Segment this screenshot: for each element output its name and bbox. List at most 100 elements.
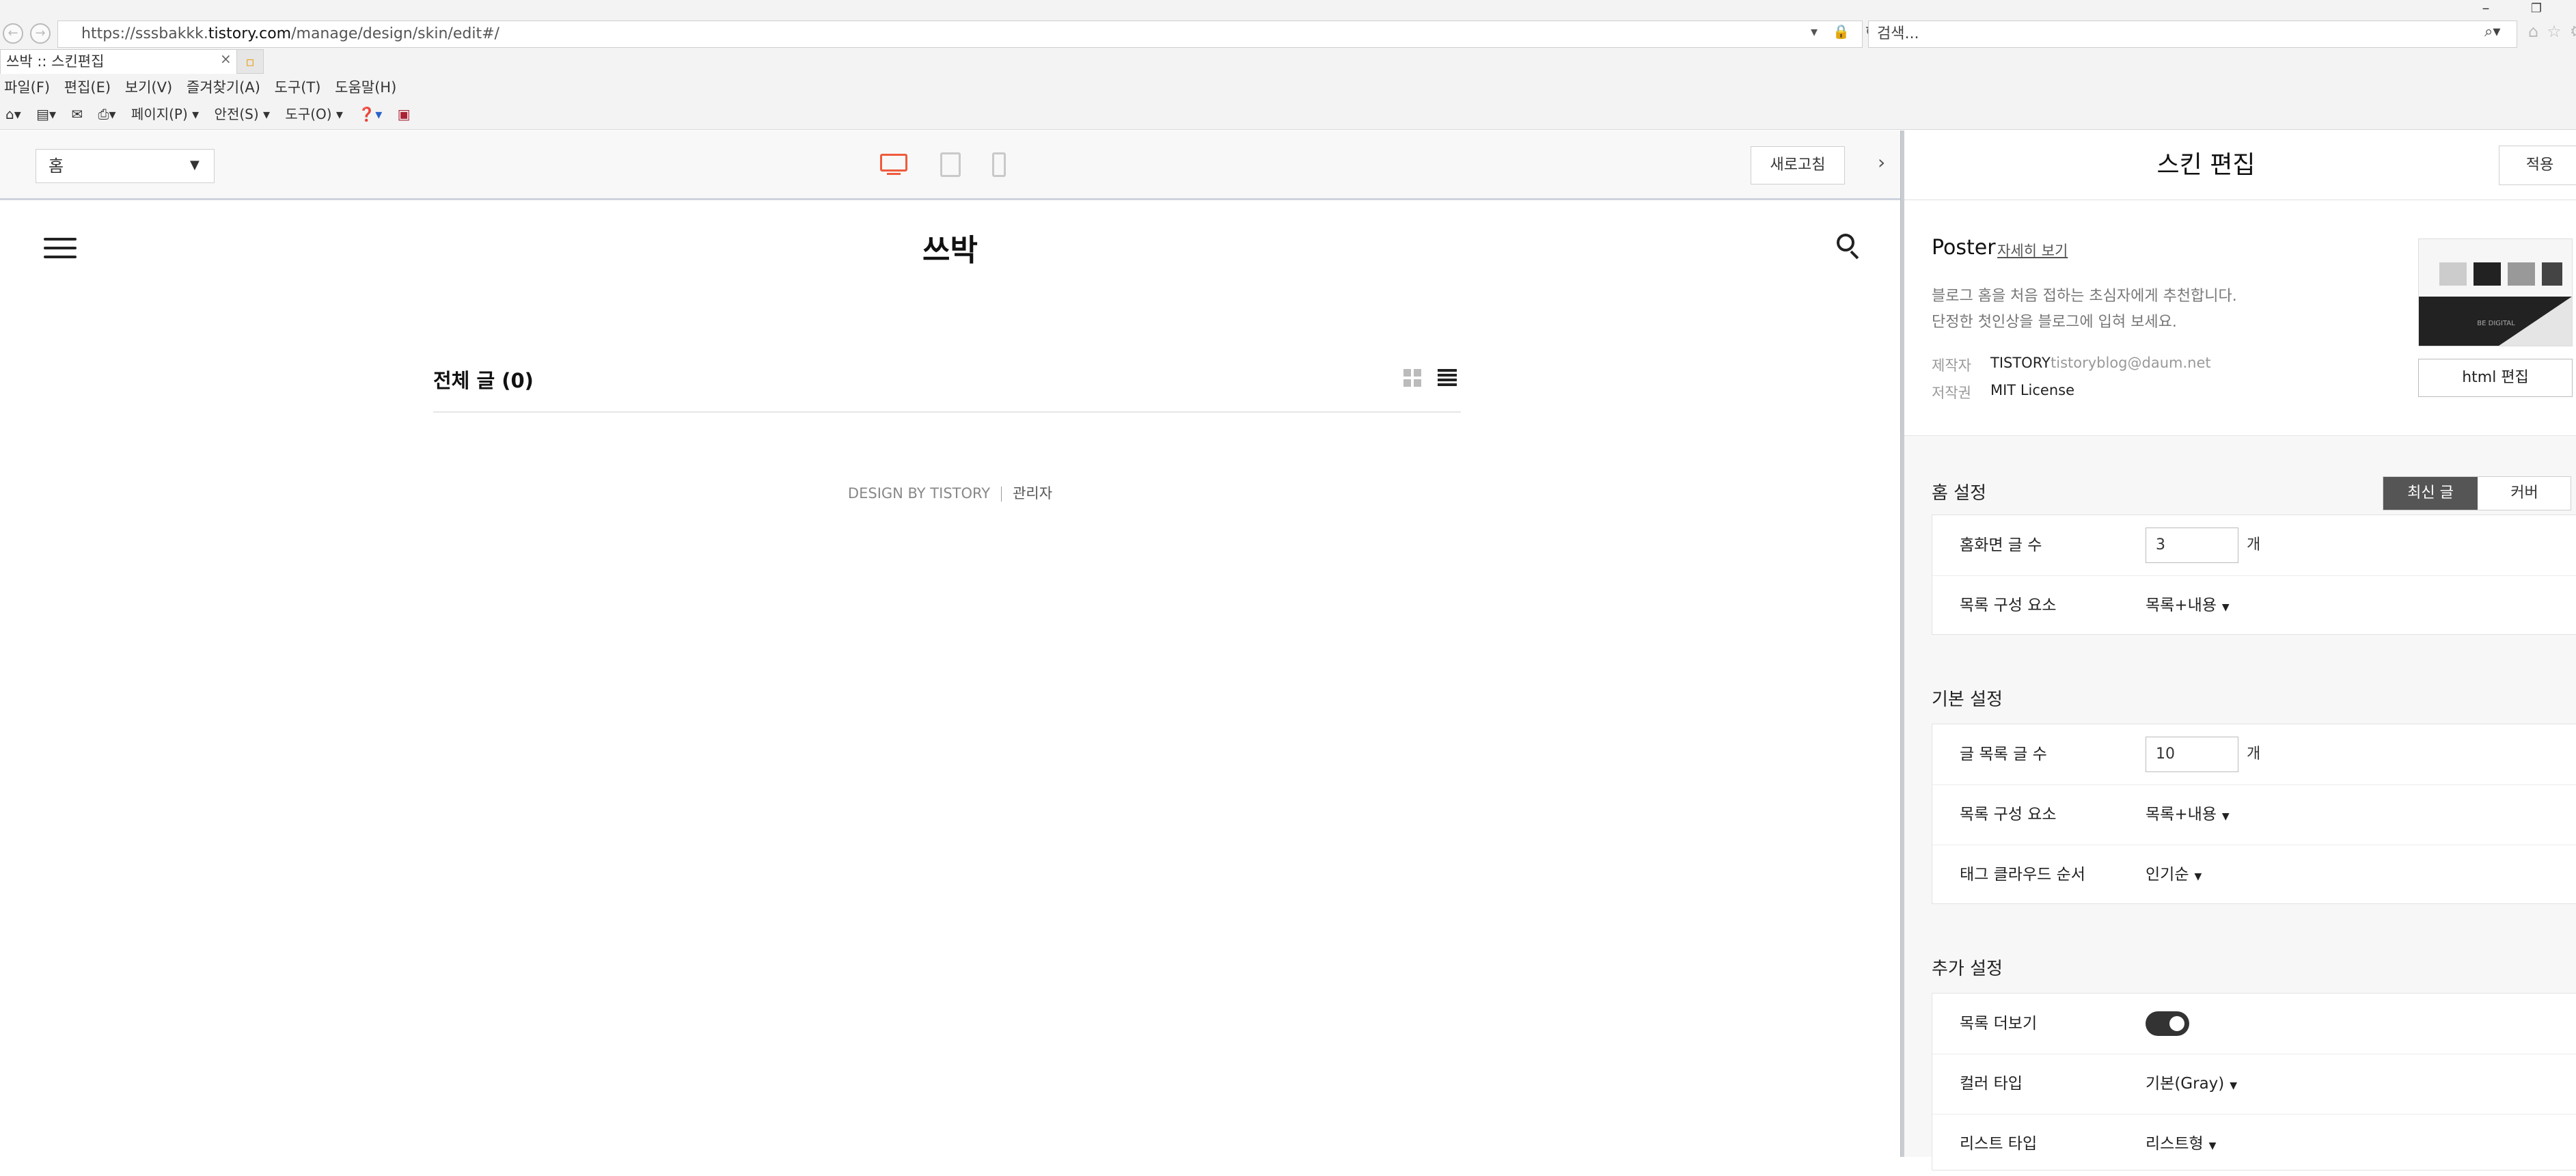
feeds-icon[interactable]: ▤▾	[36, 106, 56, 122]
menu-help[interactable]: 도움말(H)	[335, 79, 396, 96]
seg-latest-button[interactable]: 최신 글	[2383, 477, 2478, 510]
basic-count-unit: 개	[2247, 746, 2261, 763]
extra-settings-box: 목록 더보기 컬러 타입 기본(Gray) ▼ 리스트 타입 리스트형 ▼	[1932, 993, 2576, 1171]
command-bar: ⌂▾ ▤▾ ✉ ⎙▾ 페이지(P) ▾ 안전(S) ▾ 도구(O) ▾ ❓▾ ▣	[0, 102, 422, 126]
command-tools[interactable]: 도구(O) ▾	[285, 106, 343, 122]
refresh-button[interactable]: 새로고침	[1751, 146, 1845, 184]
list-type-value: 리스트형	[2146, 1135, 2204, 1153]
tag-order-label: 태그 클라우드 순서	[1960, 866, 2085, 884]
command-page[interactable]: 페이지(P) ▾	[131, 106, 199, 122]
tab-close-icon[interactable]: ×	[220, 51, 232, 67]
basic-count-input[interactable]: 10	[2146, 737, 2238, 772]
skin-name: Poster	[1932, 236, 1996, 260]
thumbnail-caption: BE DIGITAL	[2477, 320, 2515, 327]
color-type-value: 기본(Gray)	[2146, 1075, 2225, 1093]
minimize-button[interactable]: –	[2472, 0, 2499, 18]
license-label: 저작권	[1932, 385, 1971, 401]
home-list-label: 목록 구성 요소	[1960, 597, 2057, 614]
list-type-row: 리스트 타입 리스트형 ▼	[1932, 1114, 2576, 1174]
url-path: /manage/design/skin/edit#/	[291, 25, 499, 42]
search-icon[interactable]	[1837, 234, 1861, 260]
skin-desc-line-1: 블로그 홈을 처음 접하는 초심자에게 추천합니다.	[1932, 288, 2237, 305]
caret-down-icon: ▼	[2230, 1080, 2238, 1091]
browser-chrome: – ❐ ← → https://sssbakkk.tistory.com/man…	[0, 0, 2576, 130]
color-type-label: 컬러 타입	[1960, 1075, 2023, 1093]
basic-list-row: 목록 구성 요소 목록+내용 ▼	[1932, 784, 2576, 845]
help-icon[interactable]: ❓▾	[358, 106, 382, 122]
list-view-icon[interactable]	[1438, 369, 1457, 387]
menu-edit[interactable]: 편집(E)	[64, 79, 111, 96]
color-type-row: 컬러 타입 기본(Gray) ▼	[1932, 1054, 2576, 1115]
mail-icon[interactable]: ✉	[71, 106, 83, 122]
tab-title: 쓰박 :: 스킨편집	[6, 53, 105, 70]
home-cmd-icon[interactable]: ⌂▾	[5, 106, 21, 122]
footer-design: DESIGN BY TISTORY	[847, 485, 991, 502]
basic-settings-title: 기본 설정	[1932, 689, 2003, 710]
home-list-select[interactable]: 목록+내용 ▼	[2146, 575, 2230, 638]
url-domain: tistory.com	[208, 25, 292, 42]
desktop-view-icon[interactable]	[880, 151, 907, 178]
home-settings-box: 홈화면 글 수 3 개 목록 구성 요소 목록+내용 ▼	[1932, 515, 2576, 635]
caret-down-icon: ▼	[2221, 602, 2230, 613]
forward-button[interactable]: →	[30, 23, 51, 44]
back-button[interactable]: ←	[3, 23, 23, 44]
basic-list-value: 목록+내용	[2146, 806, 2217, 823]
seg-cover-button[interactable]: 커버	[2478, 477, 2571, 510]
mobile-view-icon[interactable]	[992, 151, 1006, 178]
caret-down-icon[interactable]: ▼	[190, 149, 200, 182]
skin-edit-panel: 스킨 편집 적용 Poster 자세히 보기 블로그 홈을 처음 접하는 초심자…	[1904, 131, 2576, 1171]
blog-title[interactable]: 쓰박	[0, 225, 1900, 269]
caret-down-icon: ▼	[2194, 871, 2202, 882]
html-edit-button[interactable]: html 편집	[2418, 359, 2573, 397]
address-bar[interactable]: https://sssbakkk.tistory.com/manage/desi…	[57, 20, 1863, 48]
color-type-select[interactable]: 기본(Gray) ▼	[2146, 1054, 2237, 1116]
print-icon[interactable]: ⎙▾	[98, 106, 116, 122]
home-count-row: 홈화면 글 수 3 개	[1932, 515, 2576, 576]
more-row: 목록 더보기	[1932, 994, 2576, 1054]
browser-tab[interactable]: 쓰박 :: 스킨편집	[0, 49, 241, 74]
skin-detail-link[interactable]: 자세히 보기	[1997, 240, 2068, 260]
maker-label: 제작자	[1932, 357, 1971, 374]
list-type-select[interactable]: 리스트형 ▼	[2146, 1114, 2216, 1176]
maker-value: TISTORY	[1990, 355, 2051, 371]
basic-list-select[interactable]: 목록+내용 ▼	[2146, 784, 2230, 847]
license-value: MIT License	[1990, 382, 2074, 398]
menu-view[interactable]: 보기(V)	[125, 79, 172, 96]
maker-email: tistoryblog@daum.net	[2051, 355, 2211, 371]
chevron-right-icon[interactable]: ›	[1878, 151, 1885, 174]
grid-view-icon[interactable]	[1403, 369, 1421, 387]
caret-down-icon: ▼	[2208, 1140, 2217, 1151]
command-safety[interactable]: 안전(S) ▾	[215, 106, 271, 122]
url-prefix: https://sssbakkk.	[81, 25, 208, 42]
footer-admin-link[interactable]: 관리자	[1013, 485, 1052, 502]
menu-bar: 파일(F) 편집(E) 보기(V) 즐겨찾기(A) 도구(T) 도움말(H)	[0, 75, 406, 100]
more-label: 목록 더보기	[1960, 1015, 2038, 1033]
panel-header: 스킨 편집 적용	[1904, 131, 2576, 200]
home-count-label: 홈화면 글 수	[1960, 536, 2042, 554]
menu-file[interactable]: 파일(F)	[4, 79, 50, 96]
home-list-value: 목록+내용	[2146, 597, 2217, 614]
tag-order-value: 인기순	[2146, 866, 2189, 884]
basic-list-label: 목록 구성 요소	[1960, 806, 2057, 823]
new-tab-button[interactable]: ▫	[236, 49, 264, 74]
page-select[interactable]: 홈	[36, 149, 215, 183]
tag-order-select[interactable]: 인기순 ▼	[2146, 845, 2202, 907]
apply-button[interactable]: 적용	[2499, 146, 2576, 185]
search-icon[interactable]: ⌕▾	[2484, 23, 2500, 40]
panel-title: 스킨 편집	[2156, 151, 2256, 179]
home-count-input[interactable]: 3	[2146, 528, 2238, 563]
restore-button[interactable]: ❐	[2523, 0, 2550, 18]
search-input[interactable]: 검색...	[1868, 20, 2517, 48]
tablet-view-icon[interactable]	[940, 151, 961, 178]
home-favorites-settings-icons[interactable]: ⌂☆⚙	[2528, 22, 2576, 41]
more-toggle[interactable]	[2146, 1011, 2189, 1036]
blog-footer: DESIGN BY TISTORY 관리자	[0, 482, 1900, 503]
basic-count-label: 글 목록 글 수	[1960, 746, 2047, 763]
menu-favorites[interactable]: 즐겨찾기(A)	[187, 79, 260, 96]
skin-desc-line-2: 단정한 첫인상을 블로그에 입혀 보세요.	[1932, 314, 2177, 331]
home-settings-title: 홈 설정	[1932, 483, 1987, 504]
blog-preview: 쓰박 전체 글 (0) DESIGN BY TISTORY 관리자	[0, 201, 1900, 1157]
menu-tools[interactable]: 도구(T)	[275, 79, 321, 96]
research-icon[interactable]: ▣	[398, 106, 411, 122]
extra-settings-title: 추가 설정	[1932, 959, 2003, 979]
